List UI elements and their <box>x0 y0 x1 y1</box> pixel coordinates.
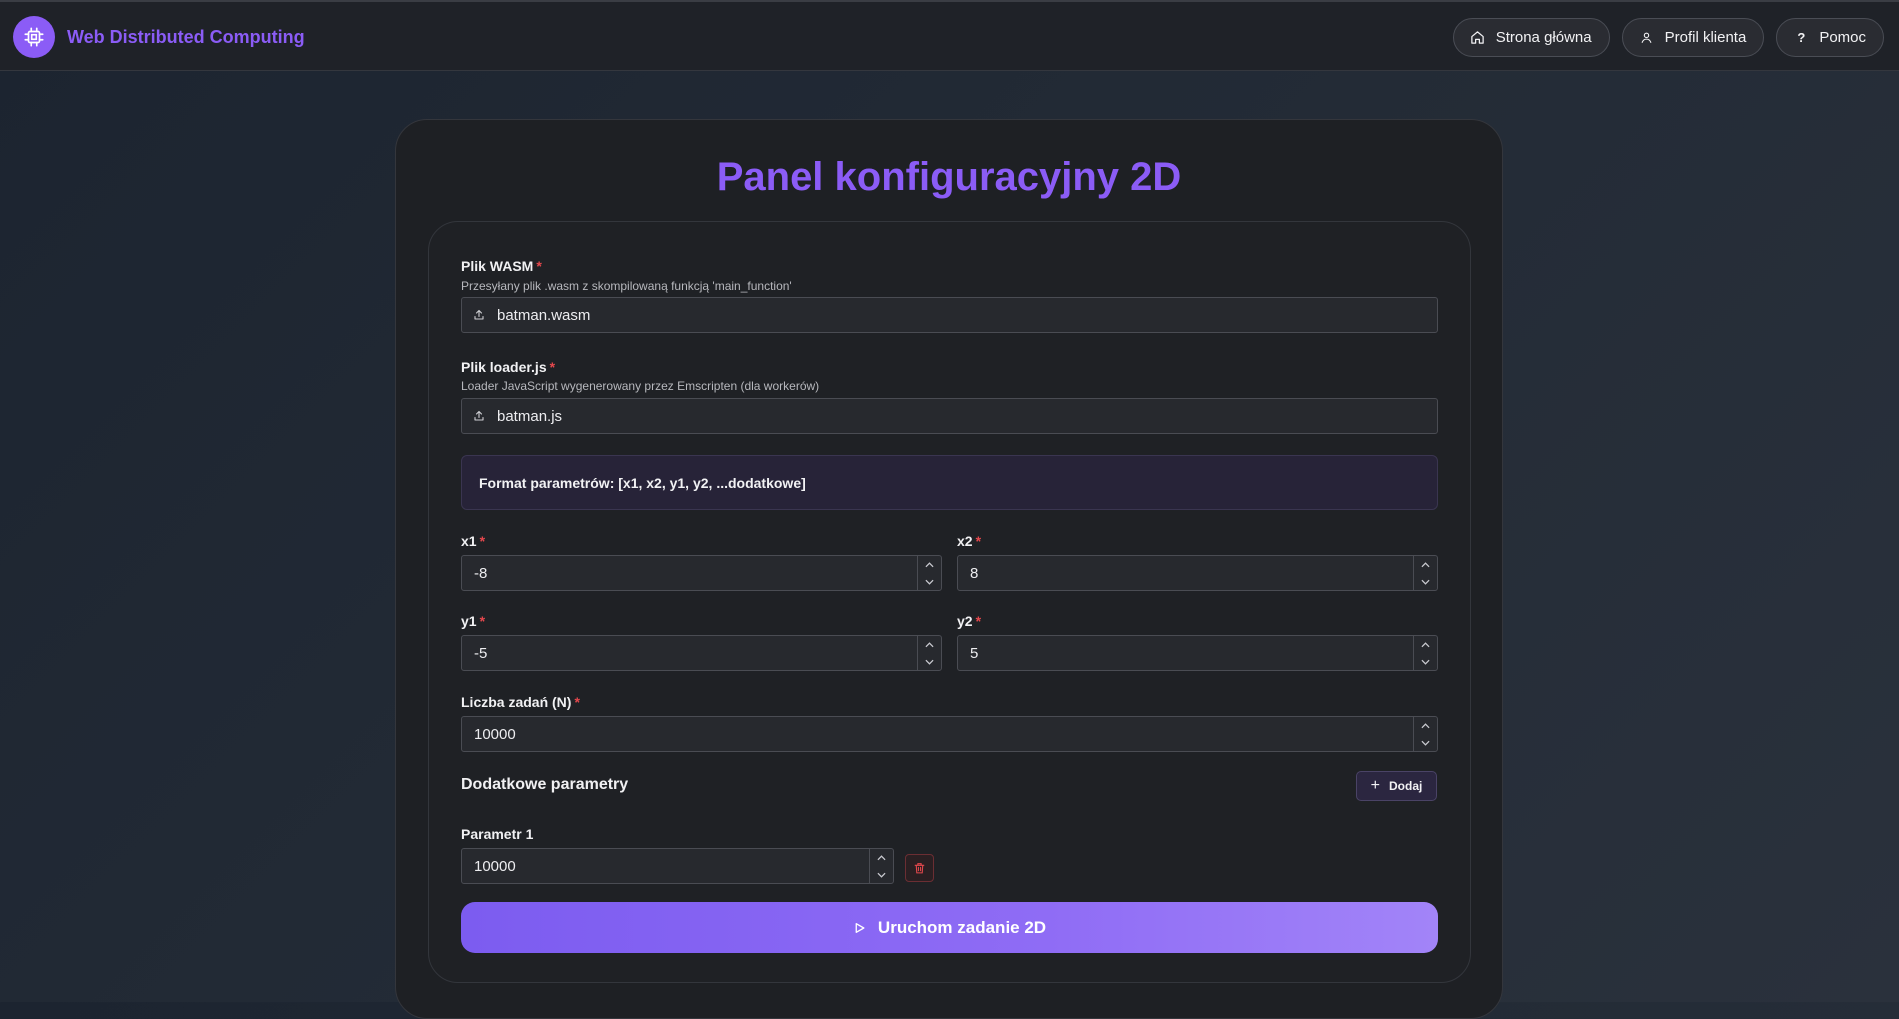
wasm-file-help: Przesyłany plik .wasm z skompilowaną fun… <box>461 279 792 293</box>
y2-value: 5 <box>970 645 979 662</box>
chevron-down-icon[interactable] <box>870 866 893 883</box>
trash-icon <box>914 863 925 874</box>
plus-icon: + <box>1370 777 1380 794</box>
add-param-button[interactable]: + Dodaj <box>1356 771 1437 801</box>
x2-label-text: x2 <box>957 533 973 549</box>
chevron-down-icon[interactable] <box>918 653 941 670</box>
help-icon: ? <box>1797 30 1806 45</box>
required-mark: * <box>975 613 982 629</box>
loader-file-input[interactable]: batman.js <box>461 398 1438 434</box>
required-mark: * <box>549 359 556 375</box>
wasm-file-label-text: Plik WASM <box>461 258 534 274</box>
param-1-label: Parametr 1 <box>461 826 534 842</box>
chevron-up-icon[interactable] <box>1414 717 1437 734</box>
task-count-input[interactable]: 10000 <box>461 716 1438 752</box>
y2-label: y2 * <box>957 613 981 629</box>
y2-input[interactable]: 5 <box>957 635 1438 671</box>
upload-icon <box>473 409 487 423</box>
chevron-down-icon[interactable] <box>918 573 941 590</box>
y1-label-text: y1 <box>461 613 477 629</box>
task-count-label: Liczba zadań (N) * <box>461 694 580 710</box>
nav-help-label: Pomoc <box>1819 29 1866 46</box>
add-param-label: Dodaj <box>1389 779 1423 793</box>
nav-client-profile-label: Profil klienta <box>1664 29 1747 46</box>
brand[interactable]: Web Distributed Computing <box>13 16 305 58</box>
delete-param-button[interactable] <box>905 854 934 882</box>
nav-menu: Strona główna Profil klienta ? Pomoc <box>1452 18 1884 57</box>
format-info-box: Format parametrów: [x1, x2, y1, y2, ...d… <box>461 455 1438 510</box>
x1-label-text: x1 <box>461 533 477 549</box>
chevron-up-icon[interactable] <box>918 556 941 573</box>
run-2d-task-label: Uruchom zadanie 2D <box>877 917 1047 937</box>
loader-file-label-text: Plik loader.js <box>461 359 547 375</box>
required-mark: * <box>479 613 486 629</box>
brand-title: Web Distributed Computing <box>67 26 305 47</box>
additional-params-title: Dodatkowe parametry <box>461 776 629 793</box>
wasm-file-input[interactable]: batman.wasm <box>461 297 1438 333</box>
task-count-label-text: Liczba zadań (N) <box>461 694 572 710</box>
home-icon <box>1470 30 1486 46</box>
required-mark: * <box>536 258 542 274</box>
top-navbar: Web Distributed Computing Strona główna … <box>0 0 1899 71</box>
chevron-down-icon[interactable] <box>1414 734 1437 751</box>
run-2d-task-button[interactable]: Uruchom zadanie 2D <box>461 902 1438 953</box>
x2-stepper <box>1413 556 1437 590</box>
x2-input[interactable]: 8 <box>957 555 1438 591</box>
loader-file-help: Loader JavaScript wygenerowany przez Ems… <box>461 379 820 393</box>
x1-stepper <box>917 556 941 590</box>
param-1-stepper <box>869 849 893 883</box>
page-title: Panel konfiguracyjny 2D <box>716 155 1182 199</box>
param-1-input[interactable]: 10000 <box>461 848 894 884</box>
required-mark: * <box>574 694 580 710</box>
required-mark: * <box>975 533 982 549</box>
chevron-down-icon[interactable] <box>1414 573 1437 590</box>
chevron-up-icon[interactable] <box>870 849 893 866</box>
upload-icon <box>473 308 487 322</box>
loader-file-label: Plik loader.js * <box>461 359 555 375</box>
task-count-value: 10000 <box>474 726 516 743</box>
y1-stepper <box>917 636 941 670</box>
y1-input[interactable]: -5 <box>461 635 942 671</box>
param-1-value: 10000 <box>474 858 516 875</box>
wasm-file-name: batman.wasm <box>497 306 591 324</box>
user-icon <box>1639 30 1655 46</box>
nav-home-label: Strona główna <box>1495 29 1592 46</box>
y1-value: -5 <box>474 645 488 662</box>
nav-help-button[interactable]: ? Pomoc <box>1776 18 1884 57</box>
x2-value: 8 <box>970 565 979 582</box>
wasm-file-label: Plik WASM * <box>461 258 542 274</box>
required-mark: * <box>479 533 486 549</box>
config-panel: Panel konfiguracyjny 2D Plik WASM * Przes… <box>395 119 1503 1019</box>
config-form: Plik WASM * Przesyłany plik .wasm z skomp… <box>428 221 1471 983</box>
chevron-up-icon[interactable] <box>918 636 941 653</box>
task-count-stepper <box>1413 717 1437 751</box>
x1-input[interactable]: -8 <box>461 555 942 591</box>
chevron-up-icon[interactable] <box>1414 636 1437 653</box>
cpu-chip-icon <box>13 16 55 58</box>
nav-home-button[interactable]: Strona główna <box>1452 18 1610 57</box>
x1-value: -8 <box>474 565 488 582</box>
loader-file-name: batman.js <box>497 407 563 425</box>
play-icon <box>853 921 866 935</box>
y2-stepper <box>1413 636 1437 670</box>
chevron-down-icon[interactable] <box>1414 653 1437 670</box>
y1-label: y1 * <box>461 613 485 629</box>
x1-label: x1 * <box>461 533 485 549</box>
x2-label: x2 * <box>957 533 981 549</box>
chevron-up-icon[interactable] <box>1414 556 1437 573</box>
nav-client-profile-button[interactable]: Profil klienta <box>1621 18 1765 57</box>
y2-label-text: y2 <box>957 613 973 629</box>
